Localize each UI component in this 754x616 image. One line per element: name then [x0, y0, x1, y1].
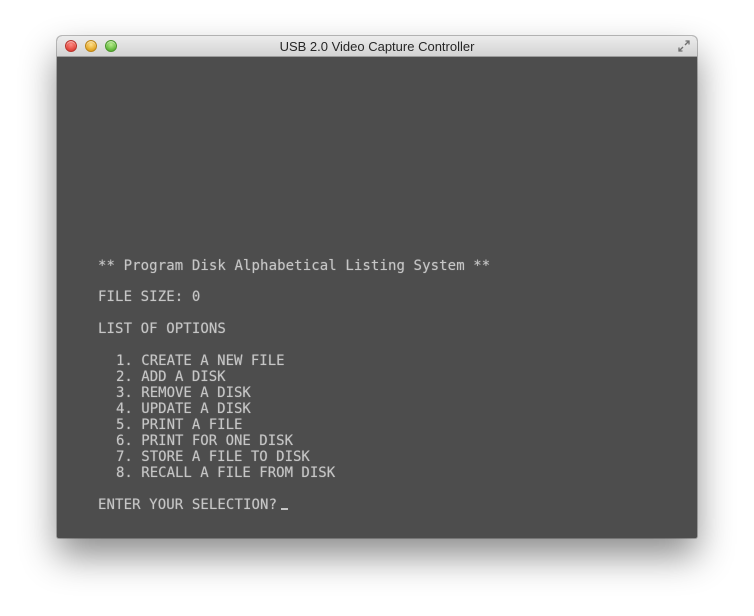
- option-item: 7. STORE A FILE TO DISK: [116, 449, 310, 465]
- option-item: 2. ADD A DISK: [116, 369, 226, 385]
- program-heading: ** Program Disk Alphabetical Listing Sys…: [98, 258, 491, 274]
- option-item: 1. CREATE A NEW FILE: [116, 353, 285, 369]
- option-item: 4. UPDATE A DISK: [116, 401, 251, 417]
- capture-window: USB 2.0 Video Capture Controller ** Prog…: [57, 36, 697, 538]
- video-screen: ** Program Disk Alphabetical Listing Sys…: [57, 57, 697, 538]
- option-item: 5. PRINT A FILE: [116, 417, 243, 433]
- option-item: 8. RECALL A FILE FROM DISK: [116, 465, 336, 481]
- option-item: 6. PRINT FOR ONE DISK: [116, 433, 294, 449]
- options-title: LIST OF OPTIONS: [98, 321, 226, 337]
- text-cursor: [281, 508, 289, 510]
- fullscreen-icon[interactable]: [677, 39, 691, 53]
- title-bar[interactable]: USB 2.0 Video Capture Controller: [57, 36, 697, 57]
- option-item: 3. REMOVE A DISK: [116, 385, 251, 401]
- window-title: USB 2.0 Video Capture Controller: [279, 39, 475, 54]
- file-size-line: FILE SIZE: 0: [98, 289, 201, 305]
- selection-prompt: ENTER YOUR SELECTION?: [98, 497, 278, 513]
- selection-prompt-line[interactable]: ENTER YOUR SELECTION?: [98, 497, 289, 513]
